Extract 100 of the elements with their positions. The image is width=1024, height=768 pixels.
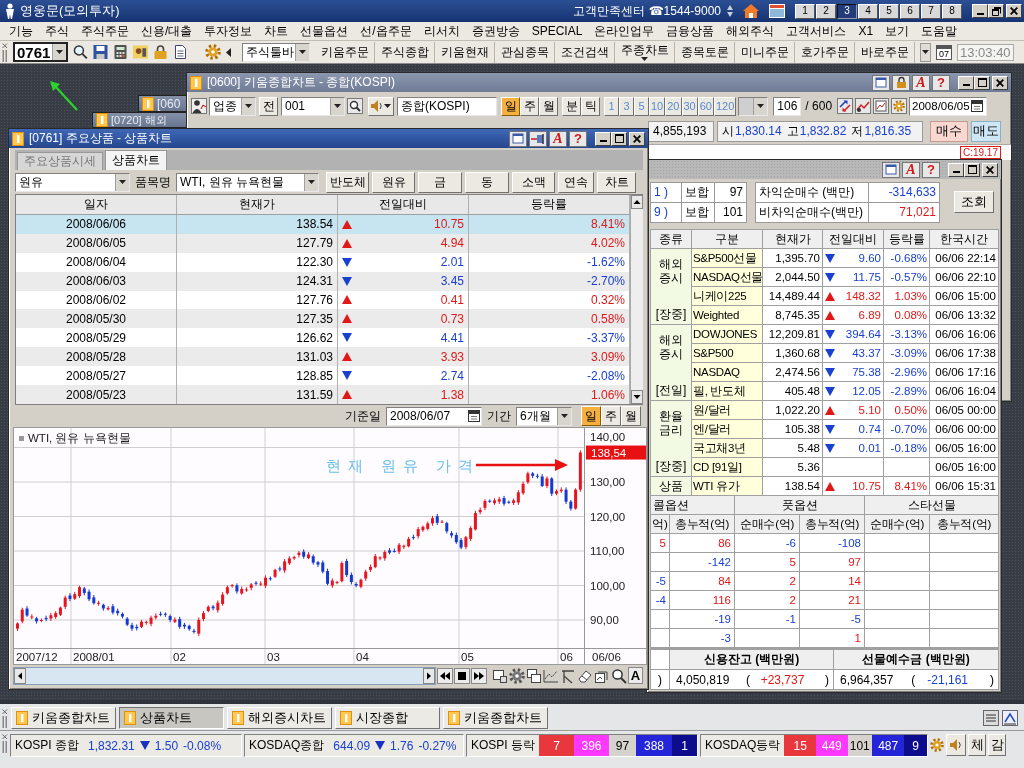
up-chevron-icon[interactable]: [1002, 710, 1018, 726]
quick-button[interactable]: 차트: [597, 171, 636, 193]
dropdown-button[interactable]: [920, 42, 931, 62]
quick-button[interactable]: 반도체: [326, 171, 369, 193]
dropdown-field[interactable]: [738, 96, 769, 116]
menu-item[interactable]: X1: [852, 24, 880, 38]
taskbar-tab[interactable]: 키움종합차트: [11, 707, 116, 729]
search-icon[interactable]: [347, 98, 363, 114]
menu-item[interactable]: SPECIAL: [525, 24, 589, 38]
name-field[interactable]: 종합(KOSPI): [397, 96, 497, 116]
minimize-button[interactable]: [948, 162, 964, 177]
window-title-bar[interactable]: A ?: [647, 160, 1001, 179]
toolbar-select[interactable]: 주식툴바: [242, 42, 310, 62]
close-button[interactable]: [629, 131, 645, 146]
table-row[interactable]: 2008/05/30 127.35 0.73 0.58%: [16, 309, 630, 329]
menu-item[interactable]: 투자정보: [198, 22, 259, 40]
market-combo[interactable]: 업종: [209, 96, 256, 116]
period-button[interactable]: 주: [601, 406, 621, 426]
card-icon[interactable]: [133, 45, 148, 59]
quick-button[interactable]: 동: [465, 171, 509, 193]
window-icon[interactable]: [509, 130, 527, 147]
maximize-button[interactable]: [974, 75, 990, 90]
code-combo[interactable]: 001: [281, 96, 345, 116]
tab[interactable]: 상품차트: [105, 150, 167, 170]
screen-button[interactable]: 7: [921, 3, 941, 19]
maximize-button[interactable]: [964, 162, 980, 177]
screen-button[interactable]: 5: [879, 3, 899, 19]
screen-button[interactable]: 2: [816, 3, 836, 19]
list-icon[interactable]: [983, 710, 999, 726]
previous-button[interactable]: 전: [259, 96, 278, 116]
menu-item[interactable]: 금융상품: [660, 22, 721, 40]
table-row[interactable]: 2008/05/23 131.59 1.38 1.06%: [16, 385, 630, 404]
font-button[interactable]: A: [912, 74, 930, 91]
calendar-day[interactable]: 07: [936, 44, 952, 60]
sound-button[interactable]: [946, 734, 966, 756]
squares-icon[interactable]: [491, 667, 508, 684]
stop-icon[interactable]: [453, 667, 470, 684]
sound-button[interactable]: [368, 96, 394, 116]
scrollbar[interactable]: [630, 195, 643, 404]
scrollbar[interactable]: [13, 666, 436, 685]
arrows-icon[interactable]: [837, 98, 854, 114]
period-button[interactable]: 일: [581, 406, 601, 426]
menu-item[interactable]: 신용/대출: [135, 22, 199, 40]
taskbar-tab[interactable]: 키움종합차트: [443, 707, 548, 729]
spin-icon[interactable]: [727, 5, 733, 17]
close-button[interactable]: [982, 162, 998, 177]
period-button[interactable]: 월: [621, 406, 641, 426]
minimize-button[interactable]: [972, 4, 988, 18]
taskbar-tab[interactable]: 해외증시차트: [227, 707, 332, 729]
gear-icon[interactable]: [930, 738, 944, 752]
window-icon[interactable]: [872, 74, 890, 91]
screen-button[interactable]: 4: [858, 3, 878, 19]
maximize-button[interactable]: [611, 131, 627, 146]
lock-icon[interactable]: [153, 45, 168, 59]
category-combo[interactable]: 원유: [15, 172, 130, 192]
menu-item[interactable]: 보기: [879, 22, 916, 40]
close-button[interactable]: [992, 75, 1008, 90]
menu-item[interactable]: 차트: [258, 22, 295, 40]
status-button[interactable]: 감: [988, 734, 1006, 756]
base-date-field[interactable]: 2008/06/07: [386, 406, 482, 426]
gear-icon[interactable]: [508, 667, 525, 684]
close-button[interactable]: [1006, 4, 1022, 18]
windows-icon[interactable]: [525, 667, 542, 684]
home-icon[interactable]: [743, 4, 759, 18]
count-field[interactable]: 106: [773, 96, 802, 116]
item-combo[interactable]: WTI, 원유 뉴욕현물: [176, 172, 319, 192]
lock-icon[interactable]: [892, 74, 910, 91]
help-button[interactable]: ?: [569, 130, 587, 147]
menu-item[interactable]: 도움말: [915, 22, 964, 40]
grip-icon[interactable]: [2, 42, 8, 62]
window-icon[interactable]: [769, 4, 785, 18]
status-button[interactable]: 체: [968, 734, 986, 756]
window-title-bar[interactable]: [0761] 주요상품 - 상품차트 A ?: [9, 129, 648, 148]
quick-button[interactable]: 소맥: [512, 171, 555, 193]
quick-button[interactable]: 연속: [558, 171, 594, 193]
grip-icon[interactable]: [2, 734, 8, 753]
minimize-button[interactable]: [595, 131, 611, 146]
calendar-icon[interactable]: [468, 410, 480, 422]
quick-button[interactable]: 금: [418, 171, 462, 193]
screen-button[interactable]: 8: [942, 3, 962, 19]
menu-item[interactable]: 선/옵주문: [354, 22, 418, 40]
menu-item[interactable]: 증권방송: [465, 22, 526, 40]
buy-button[interactable]: 매수: [930, 120, 968, 142]
window-title-bar[interactable]: [0600] 키움종합차트 - 종합(KOSPI) A ?: [187, 73, 1011, 92]
save-icon[interactable]: [93, 45, 108, 59]
menu-item[interactable]: 주식주문: [75, 22, 135, 40]
menu-item[interactable]: 고객서비스: [780, 22, 853, 40]
screen-button[interactable]: 3: [837, 3, 857, 19]
search-icon[interactable]: [610, 667, 627, 684]
calendar-icon[interactable]: [970, 100, 983, 112]
screen-button[interactable]: 6: [900, 3, 920, 19]
interval-button[interactable]: 분: [562, 96, 581, 116]
menu-item[interactable]: 기능: [3, 22, 39, 40]
fast-forward-icon[interactable]: [470, 667, 487, 684]
screen-button[interactable]: 1: [795, 3, 815, 19]
grip-icon[interactable]: [2, 708, 8, 728]
pin-icon[interactable]: [529, 130, 547, 147]
font-button[interactable]: A: [627, 667, 643, 684]
window-icon[interactable]: [882, 161, 900, 178]
left-triangle-icon[interactable]: [226, 47, 231, 57]
